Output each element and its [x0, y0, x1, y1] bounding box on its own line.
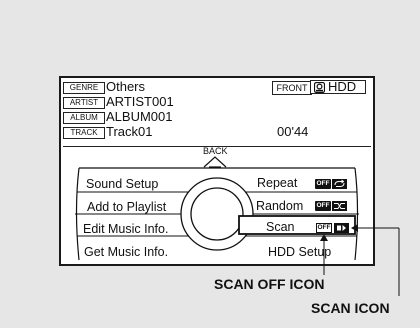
callout-leaders — [320, 224, 400, 296]
callout-scan-off-icon: SCAN OFF ICON — [214, 276, 325, 292]
callout-scan-icon: SCAN ICON — [311, 300, 390, 316]
